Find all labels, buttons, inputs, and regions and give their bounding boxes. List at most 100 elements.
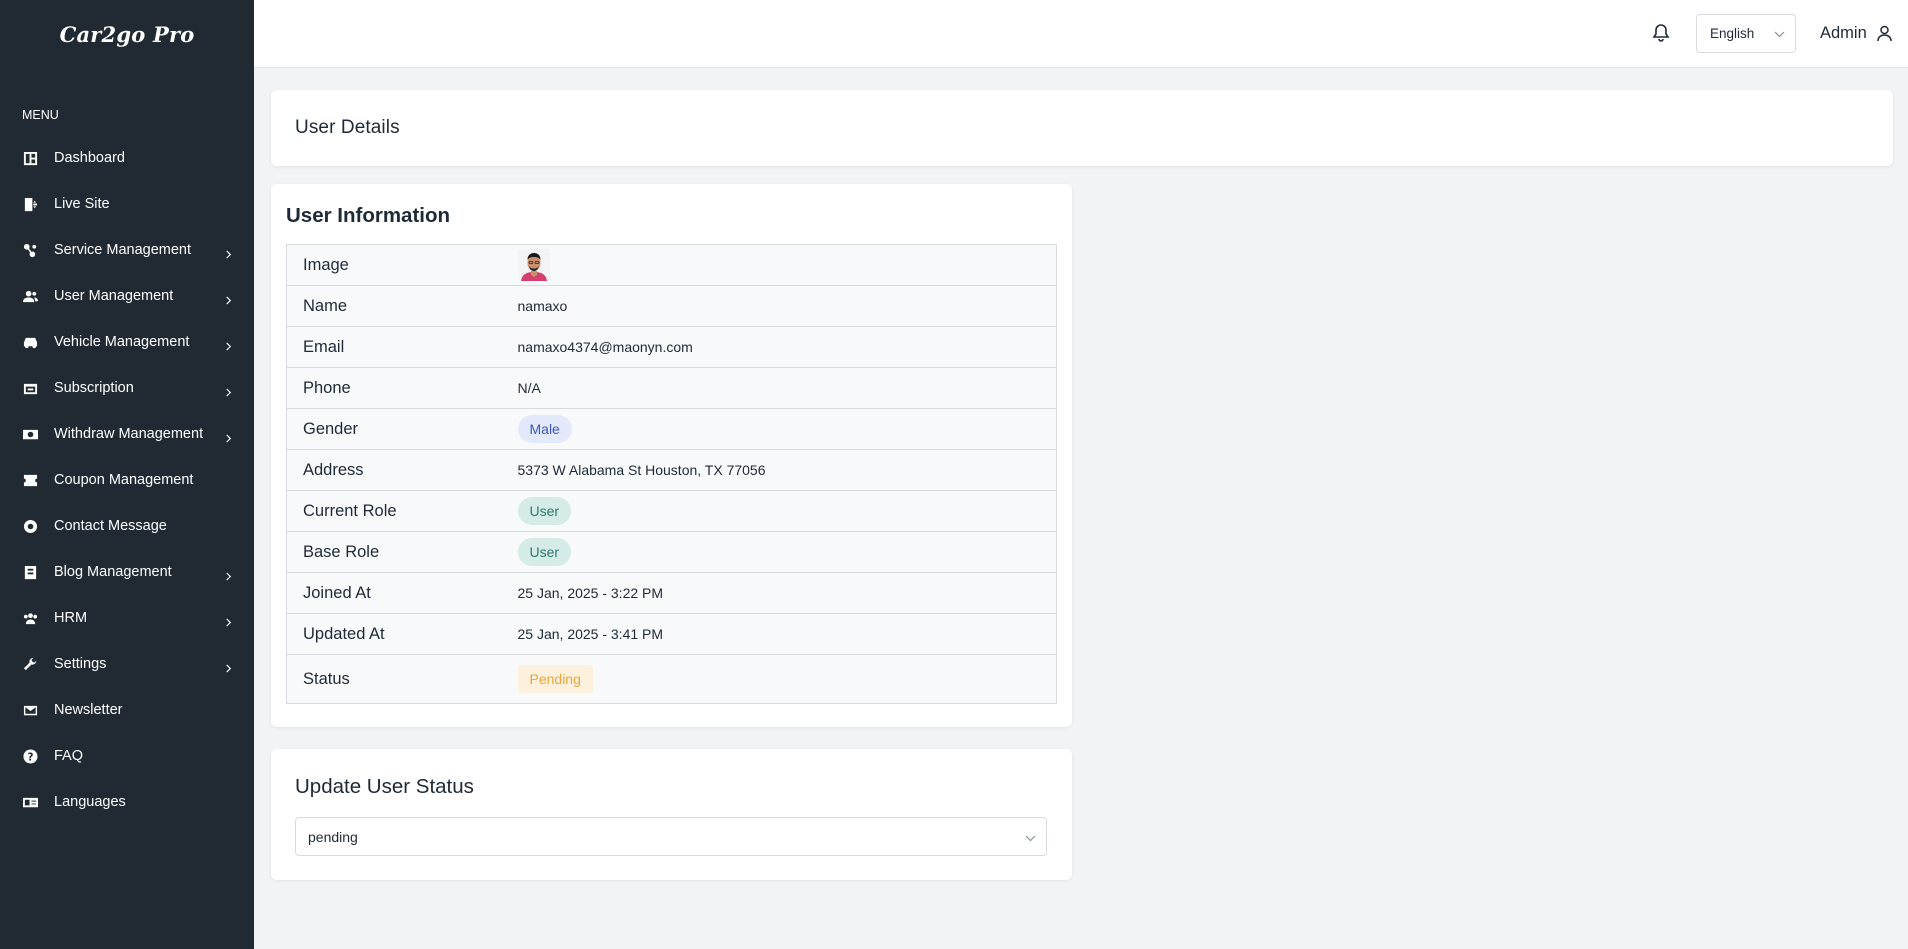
sidebar-item-label: Blog Management xyxy=(54,564,172,580)
question-icon: ? xyxy=(22,748,38,764)
page-title: User Details xyxy=(295,117,400,138)
sidebar-item-label: Subscription xyxy=(54,380,134,396)
status-badge: Pending xyxy=(517,665,593,693)
sidebar-item-hrm[interactable]: HRM xyxy=(0,595,254,641)
chevron-right-icon xyxy=(224,385,234,397)
status-select-value: pending xyxy=(308,828,358,845)
joined-at-value: 25 Jan, 2025 - 3:22 PM xyxy=(517,572,1057,614)
sidebar-item-label: Languages xyxy=(54,794,126,810)
sidebar-item-label: Dashboard xyxy=(54,150,125,166)
status-label: Status xyxy=(286,654,518,704)
sidebar-item-dashboard[interactable]: Dashboard xyxy=(0,135,254,181)
base-role-badge: User xyxy=(517,538,572,566)
table-row: Phone N/A xyxy=(286,367,1057,409)
chevron-right-icon xyxy=(224,293,234,305)
sidebar-item-service-management[interactable]: Service Management xyxy=(0,227,254,273)
sidebar-item-coupon-management[interactable]: Coupon Management xyxy=(0,457,254,503)
sidebar-item-faq[interactable]: ? FAQ xyxy=(0,733,254,779)
wrench-icon xyxy=(22,656,38,672)
language-select[interactable]: English xyxy=(1696,14,1796,53)
base-role-label: Base Role xyxy=(286,531,518,573)
sidebar-item-user-management[interactable]: User Management xyxy=(0,273,254,319)
contact-icon xyxy=(22,518,38,534)
coupon-icon xyxy=(22,472,38,488)
user-information-table: Image Name namaxo Email namaxo4374@maony… xyxy=(286,244,1057,704)
table-row: Name namaxo xyxy=(286,285,1057,327)
gender-label: Gender xyxy=(286,408,518,450)
dashboard-icon xyxy=(22,150,38,166)
gender-badge: Male xyxy=(517,415,572,443)
sidebar-item-subscription[interactable]: Subscription xyxy=(0,365,254,411)
table-row: Gender Male xyxy=(286,408,1057,450)
topbar: English Admin xyxy=(254,0,1908,68)
sidebar-item-vehicle-management[interactable]: Vehicle Management xyxy=(0,319,254,365)
sidebar-item-live-site[interactable]: Live Site xyxy=(0,181,254,227)
address-label: Address xyxy=(286,449,518,491)
car-icon xyxy=(22,334,38,350)
sidebar-item-label: HRM xyxy=(54,610,88,626)
blog-icon xyxy=(22,564,38,580)
table-row: Email namaxo4374@maonyn.com xyxy=(286,326,1057,368)
avatar[interactable] xyxy=(517,249,550,281)
bell-icon[interactable] xyxy=(1650,22,1672,44)
chevron-right-icon xyxy=(224,615,234,627)
current-role-label: Current Role xyxy=(286,490,518,532)
user-information-card: User Information Image Name namaxo Email… xyxy=(271,184,1072,727)
name-label: Name xyxy=(286,285,518,327)
sidebar-item-blog-management[interactable]: Blog Management xyxy=(0,549,254,595)
phone-value: N/A xyxy=(517,367,1057,409)
sidebar-item-languages[interactable]: Languages xyxy=(0,779,254,825)
sidebar-item-label: Coupon Management xyxy=(54,472,194,488)
app-logo[interactable]: Car2go Pro xyxy=(0,0,254,68)
name-value: namaxo xyxy=(517,285,1057,327)
email-label: Email xyxy=(286,326,518,368)
status-select[interactable]: pending xyxy=(295,817,1047,856)
update-status-card: Update User Status pending xyxy=(271,749,1072,880)
update-status-heading: Update User Status xyxy=(295,775,474,798)
sidebar-item-withdraw-management[interactable]: Withdraw Management xyxy=(0,411,254,457)
sidebar-item-label: Live Site xyxy=(54,196,110,212)
sidebar-item-newsletter[interactable]: Newsletter xyxy=(0,687,254,733)
chevron-right-icon xyxy=(224,661,234,673)
chevron-right-icon xyxy=(224,247,234,259)
users-icon xyxy=(22,288,38,304)
user-icon xyxy=(1877,25,1892,41)
sidebar-nav: Dashboard Live Site Service Management U… xyxy=(0,135,254,825)
sidebar-item-settings[interactable]: Settings xyxy=(0,641,254,687)
table-row: Joined At 25 Jan, 2025 - 3:22 PM xyxy=(286,572,1057,614)
chevron-down-icon xyxy=(1025,831,1036,842)
table-row: Updated At 25 Jan, 2025 - 3:41 PM xyxy=(286,613,1057,655)
user-menu[interactable]: Admin xyxy=(1820,22,1893,44)
mail-icon xyxy=(22,702,38,718)
sidebar: Car2go Pro MENU Dashboard Live Site Serv… xyxy=(0,0,254,949)
chevron-down-icon xyxy=(1774,28,1785,39)
image-label: Image xyxy=(286,244,518,286)
menu-heading-label: MENU xyxy=(22,108,59,122)
team-icon xyxy=(22,610,38,626)
user-menu-label: Admin xyxy=(1820,23,1867,42)
sidebar-item-label: Vehicle Management xyxy=(54,334,190,350)
language-select-value: English xyxy=(1710,26,1755,41)
services-icon xyxy=(22,242,38,258)
email-value: namaxo4374@maonyn.com xyxy=(517,326,1057,368)
phone-label: Phone xyxy=(286,367,518,409)
sidebar-item-label: Service Management xyxy=(54,242,192,258)
money-icon xyxy=(22,426,38,442)
user-information-heading: User Information xyxy=(286,204,451,227)
table-row: Current Role User xyxy=(286,490,1057,532)
sidebar-item-label: Withdraw Management xyxy=(54,426,204,442)
chevron-right-icon xyxy=(224,339,234,351)
sidebar-item-label: Settings xyxy=(54,656,107,672)
svg-text:?: ? xyxy=(27,751,33,763)
current-role-badge: User xyxy=(517,497,572,525)
table-row: Image xyxy=(286,244,1057,286)
sidebar-item-contact-message[interactable]: Contact Message xyxy=(0,503,254,549)
table-row: Address 5373 W Alabama St Houston, TX 77… xyxy=(286,449,1057,491)
updated-at-label: Updated At xyxy=(286,613,518,655)
joined-at-label: Joined At xyxy=(286,572,518,614)
door-exit-icon xyxy=(22,196,38,212)
subscription-icon xyxy=(22,380,38,396)
sidebar-item-label: Contact Message xyxy=(54,518,167,534)
chevron-right-icon xyxy=(224,569,234,581)
table-row: Base Role User xyxy=(286,531,1057,573)
